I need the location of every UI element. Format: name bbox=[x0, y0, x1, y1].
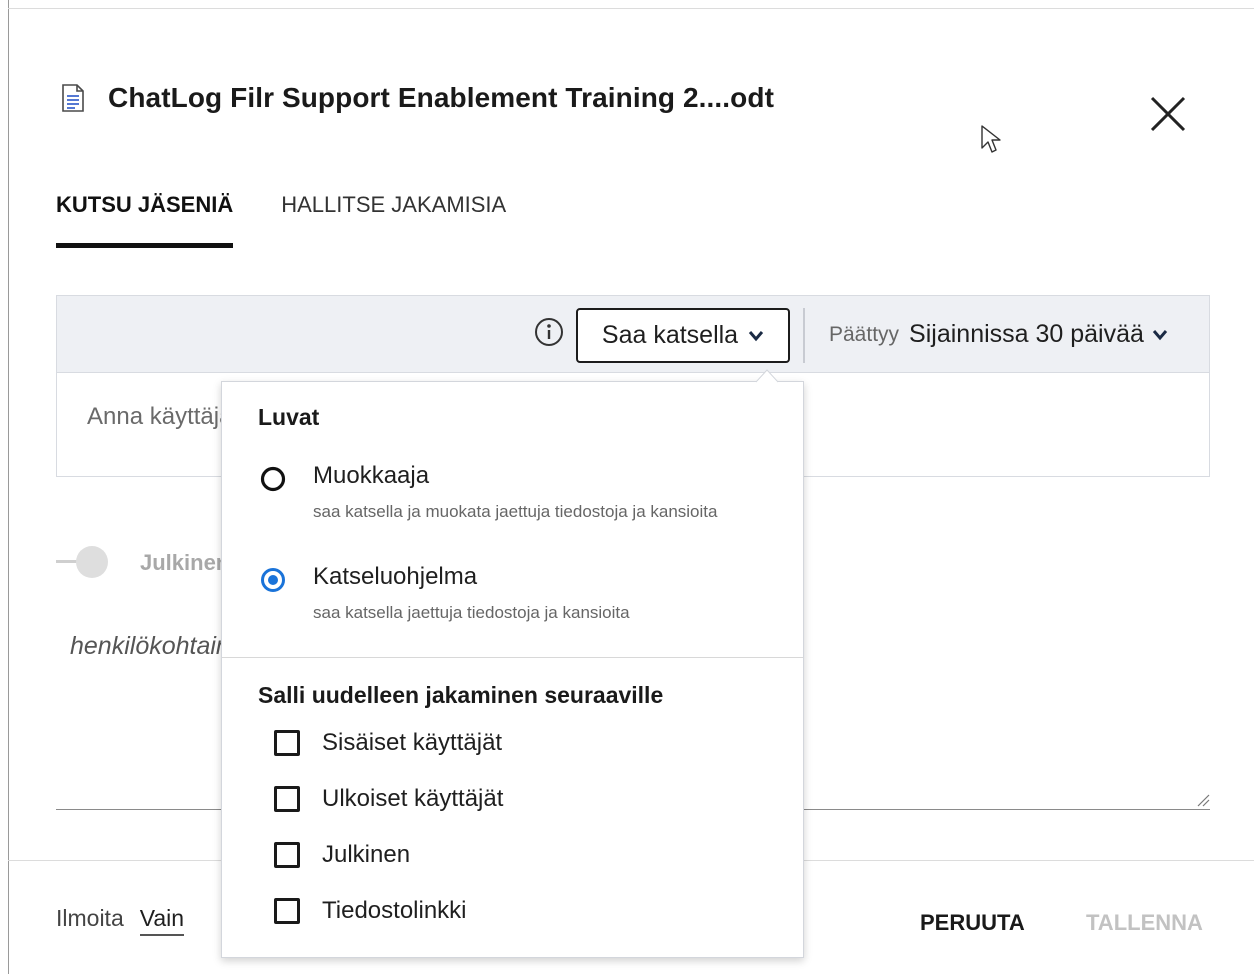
public-toggle-label: Julkinen bbox=[140, 550, 230, 575]
resize-grip-icon[interactable] bbox=[1196, 793, 1210, 807]
toggle-knob bbox=[76, 546, 108, 578]
dialog-header: ChatLog Filr Support Enablement Training… bbox=[60, 82, 774, 114]
notify-select[interactable]: Vain bbox=[139, 905, 185, 936]
permissions-dropdown-menu: Luvat Muokkaaja saa katsella ja muokata … bbox=[221, 381, 804, 958]
document-icon bbox=[60, 83, 86, 113]
dropdown-caret bbox=[756, 369, 778, 383]
tab-manage-shares[interactable]: HALLITSE JAKAMISIA bbox=[281, 192, 506, 248]
info-icon[interactable] bbox=[533, 316, 565, 348]
share-settings-bar: Saa katsella Päättyy Sijainnissa 30 päiv… bbox=[56, 295, 1210, 373]
permissions-heading: Luvat bbox=[258, 404, 320, 430]
reshare-option-label: Sisäiset käyttäjät bbox=[322, 729, 503, 756]
permission-option-viewer[interactable]: Katseluohjelma saa katsella jaettuja tie… bbox=[258, 563, 778, 623]
dialog-top-edge bbox=[8, 8, 1254, 9]
notify-label: Ilmoita bbox=[56, 905, 124, 931]
reshare-checkbox-external[interactable]: Ulkoiset käyttäjät bbox=[274, 785, 503, 813]
public-toggle[interactable] bbox=[56, 546, 108, 578]
dialog-left-edge bbox=[8, 0, 9, 974]
expiration-dropdown[interactable]: Päättyy Sijainnissa 30 päivää bbox=[829, 320, 1168, 349]
save-button[interactable]: TALLENNA bbox=[1086, 910, 1203, 936]
reshare-checkbox-internal[interactable]: Sisäiset käyttäjät bbox=[274, 729, 502, 757]
close-button[interactable] bbox=[1146, 92, 1190, 136]
permission-option-title: Katseluohjelma bbox=[313, 563, 478, 590]
bar-divider bbox=[803, 308, 805, 363]
chevron-down-icon bbox=[1152, 329, 1168, 340]
reshare-checkbox-file-link[interactable]: Tiedostolinkki bbox=[274, 897, 467, 925]
reshare-option-label: Julkinen bbox=[322, 841, 411, 868]
mouse-pointer-icon bbox=[980, 124, 1004, 156]
permission-option-title: Muokkaaja bbox=[313, 462, 430, 489]
tab-bar: KUTSU JÄSENIÄ HALLITSE JAKAMISIA bbox=[56, 192, 554, 248]
close-icon bbox=[1150, 96, 1186, 132]
dialog-title: ChatLog Filr Support Enablement Training… bbox=[108, 82, 775, 113]
expires-value: Sijainnissa 30 päivää bbox=[909, 320, 1144, 348]
checkbox-icon[interactable] bbox=[274, 898, 300, 924]
reshare-option-label: Ulkoiset käyttäjät bbox=[322, 785, 504, 812]
permission-button-label: Saa katsella bbox=[601, 321, 739, 349]
reshare-option-label: Tiedostolinkki bbox=[322, 897, 467, 924]
notify-row: Ilmoita Vain bbox=[56, 905, 185, 936]
permission-option-description: saa katsella ja muokata jaettuja tiedost… bbox=[313, 502, 718, 521]
checkbox-icon[interactable] bbox=[274, 786, 300, 812]
checkbox-icon[interactable] bbox=[274, 730, 300, 756]
radio-unselected-icon[interactable] bbox=[260, 466, 286, 492]
reshare-checkbox-public[interactable]: Julkinen bbox=[274, 841, 410, 869]
tab-invite-members[interactable]: KUTSU JÄSENIÄ bbox=[56, 192, 234, 248]
radio-selected-icon[interactable] bbox=[260, 567, 286, 593]
checkbox-icon[interactable] bbox=[274, 842, 300, 868]
permission-option-editor[interactable]: Muokkaaja saa katsella ja muokata jaettu… bbox=[258, 462, 778, 522]
reshare-heading: Salli uudelleen jakaminen seuraaville bbox=[258, 682, 664, 708]
cancel-button[interactable]: PERUUTA bbox=[920, 910, 1025, 936]
permission-dropdown-button[interactable]: Saa katsella bbox=[576, 308, 790, 363]
expires-label: Päättyy bbox=[829, 322, 900, 346]
dropdown-divider bbox=[222, 657, 803, 658]
chevron-down-icon bbox=[748, 330, 764, 341]
permission-option-description: saa katsella jaettuja tiedostoja ja kans… bbox=[313, 603, 630, 622]
